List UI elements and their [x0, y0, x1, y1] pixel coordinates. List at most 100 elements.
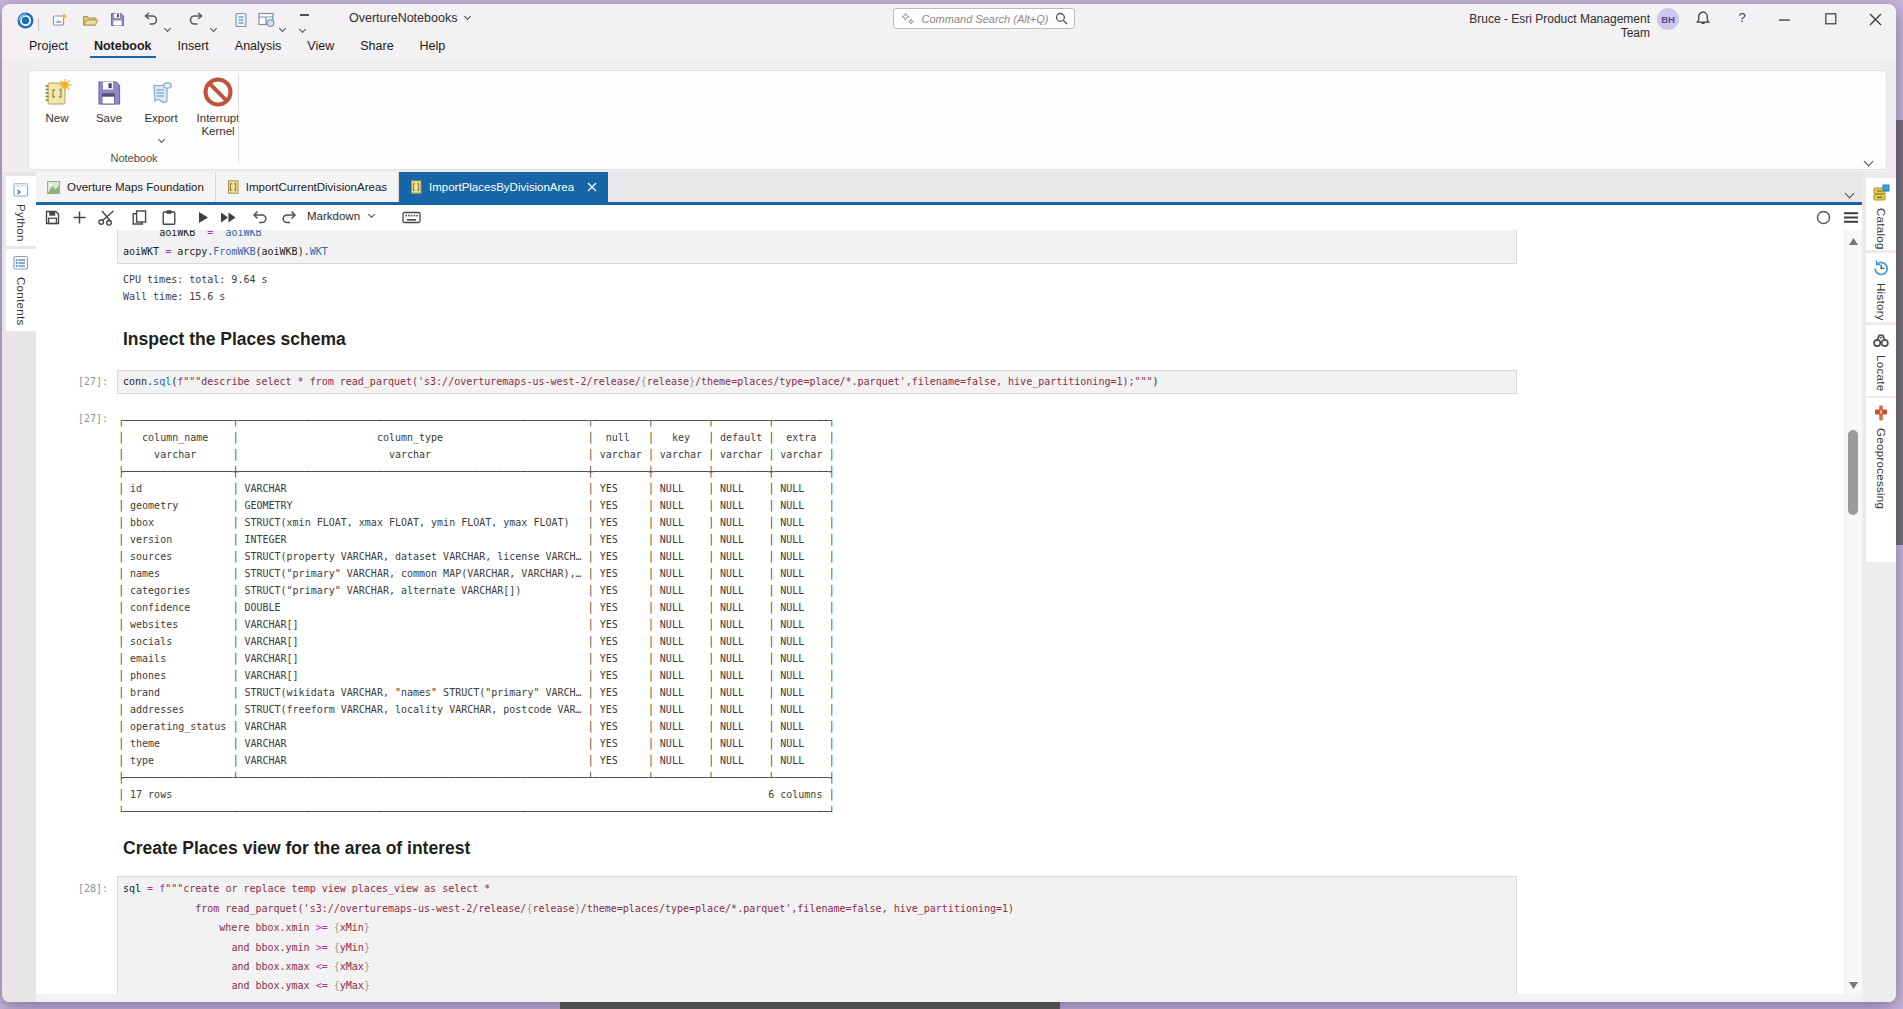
kernel-status: [1814, 208, 1832, 226]
ribbon-tab-analysis[interactable]: Analysis: [222, 36, 295, 58]
left-tab-contents[interactable]: Contents: [6, 249, 36, 331]
cell-prompt: [28]:: [36, 883, 108, 894]
user-name[interactable]: Bruce - Esri Product Management Team: [1440, 12, 1650, 40]
right-tab-catalog[interactable]: Catalog: [1866, 178, 1896, 250]
notifications-button[interactable]: [1695, 10, 1711, 27]
keyboard-icon: [402, 210, 421, 225]
paste-cell-button[interactable]: [160, 208, 178, 226]
ribbon-group-label: Notebook: [29, 152, 239, 164]
ribbon-tab-insert[interactable]: Insert: [165, 36, 222, 58]
run-cell-button[interactable]: [194, 208, 212, 226]
doc-tab-overture-maps-foundation[interactable]: Overture Maps Foundation: [36, 172, 216, 202]
redo-button[interactable]: [281, 208, 299, 226]
maximize-button[interactable]: [1825, 13, 1837, 25]
ribbon-collapse-button[interactable]: [1865, 151, 1872, 169]
save-project-button[interactable]: [110, 12, 125, 27]
right-tab-locate[interactable]: Locate: [1866, 325, 1896, 396]
doc-tab-importplacesbydivisionarea[interactable]: ImportPlacesByDivisionArea: [399, 172, 608, 202]
left-tab-label: Python: [15, 204, 27, 242]
windows-icon: [258, 12, 275, 27]
ribbon-panel: New Save ExportInterrupt Kernel Notebook: [28, 70, 1887, 170]
notebook-toolbar: Markdown: [36, 205, 1862, 230]
scrollbar-thumb[interactable]: [1848, 430, 1858, 515]
interrupt-kernel-icon: [201, 76, 235, 110]
copy-cell-icon: [131, 209, 148, 226]
command-search-box[interactable]: Command Search (Alt+Q): [893, 8, 1075, 29]
undo-qat-button[interactable]: [142, 12, 159, 27]
redo-qat-icon: [188, 12, 205, 27]
add-cell-button[interactable]: [70, 208, 88, 226]
export-notebook-icon: [145, 77, 177, 109]
add-data-button[interactable]: [234, 12, 248, 28]
close-button[interactable]: [1869, 13, 1882, 26]
undo-button[interactable]: [250, 208, 268, 226]
ribbon-tab-help[interactable]: Help: [407, 36, 459, 58]
redo-dropdown[interactable]: [211, 17, 216, 35]
map-doc-icon: [47, 181, 60, 194]
schema-table-output: ┌──────────────────┬────────────────────…: [118, 412, 834, 820]
cell-type-select[interactable]: Markdown: [307, 210, 374, 222]
open-project-button[interactable]: [82, 12, 98, 28]
save-button[interactable]: Save: [83, 75, 135, 146]
interrupt-kernel-button[interactable]: Interrupt Kernel: [187, 75, 249, 146]
right-tab-label: Locate: [1875, 355, 1887, 391]
notebook-content: aoiWKB = aoiWKB aoiWKT = arcpy.FromWKB(a…: [36, 230, 1844, 995]
run-all-button[interactable]: [219, 208, 237, 226]
cut-cell-button[interactable]: [97, 208, 115, 226]
save-notebook-icon: [93, 77, 125, 109]
desktop: OvertureNotebooks Command Search (Alt+Q) B…: [0, 0, 1903, 1009]
ribbon-tab-share[interactable]: Share: [347, 36, 406, 58]
background-window-edge: [1896, 120, 1903, 545]
run-all-icon: [219, 210, 237, 225]
code-cell-source[interactable]: conn.sql(f"""describe select * from read…: [123, 372, 1159, 391]
keyboard-shortcuts-button[interactable]: [402, 208, 420, 226]
magnifier-icon: [1055, 12, 1068, 25]
ribbon-tab-project[interactable]: Project: [16, 36, 81, 58]
right-tab-history[interactable]: History: [1866, 253, 1896, 322]
notebook-scrollbar[interactable]: [1844, 230, 1862, 995]
windows-button[interactable]: [258, 12, 275, 27]
toolbar-menu-icon: [1843, 211, 1859, 224]
project-title[interactable]: OvertureNotebooks: [349, 11, 470, 25]
document-tabs: Overture Maps Foundation ImportCurrentDiv…: [36, 172, 608, 202]
undo-dropdown[interactable]: [165, 17, 170, 35]
doc-tab-importcurrentdivisionareas[interactable]: ImportCurrentDivisionAreas: [216, 172, 399, 202]
markdown-heading: Create Places view for the area of inter…: [123, 838, 470, 859]
redo-icon: [281, 210, 299, 225]
right-tab-geoprocessing[interactable]: Geoprocessing: [1866, 398, 1896, 562]
ribbon-button-label: Save: [88, 112, 130, 125]
close-tab-icon[interactable]: [587, 182, 597, 192]
copy-cell-button[interactable]: [130, 208, 148, 226]
toolbar-menu-button[interactable]: [1842, 208, 1860, 226]
save-button[interactable]: [43, 208, 61, 226]
arcgis-pro-window: OvertureNotebooks Command Search (Alt+Q) B…: [2, 4, 1896, 1002]
customize-qat-button[interactable]: [300, 14, 309, 36]
code-cell-source[interactable]: aoiWKB = aoiWKB aoiWKT = arcpy.FromWKB(a…: [123, 230, 328, 262]
ribbon-tab-notebook[interactable]: Notebook: [81, 36, 165, 58]
new-project-button[interactable]: [52, 12, 68, 28]
undo-qat-icon: [142, 12, 159, 27]
ribbon-button-label: New: [36, 112, 78, 125]
cell-prompt: [27]:: [36, 376, 108, 387]
code-cell-source[interactable]: sql = f"""create or replace temp view pl…: [123, 879, 1014, 994]
windows-dropdown[interactable]: [280, 17, 285, 35]
ribbon-group-divider: [238, 75, 239, 163]
scroll-up-arrow[interactable]: [1849, 238, 1858, 245]
redo-qat-button[interactable]: [188, 12, 205, 27]
scroll-down-arrow[interactable]: [1849, 982, 1858, 989]
help-button[interactable]: ?: [1736, 10, 1748, 24]
locate-icon: [1872, 331, 1890, 349]
undo-icon: [250, 210, 268, 225]
export-button[interactable]: Export: [135, 75, 187, 146]
app-logo-button[interactable]: [17, 12, 34, 29]
kernel-status-icon: [1816, 210, 1831, 225]
doc-tab-label: ImportCurrentDivisionAreas: [246, 181, 387, 193]
minimize-button[interactable]: [1779, 14, 1791, 26]
user-avatar[interactable]: BH: [1657, 8, 1679, 30]
new-button[interactable]: New: [31, 75, 83, 146]
left-tab-python[interactable]: Python: [6, 176, 36, 246]
ribbon-tab-view[interactable]: View: [294, 36, 347, 58]
help-icon: ?: [1736, 10, 1748, 24]
svg-text:?: ?: [1738, 10, 1745, 24]
tab-overflow-chevron[interactable]: [1846, 183, 1853, 201]
